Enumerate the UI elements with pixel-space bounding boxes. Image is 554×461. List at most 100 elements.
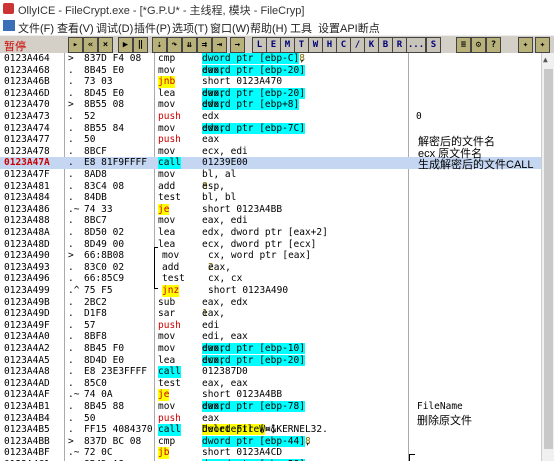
- options-icon[interactable]: ⚙: [471, 37, 486, 53]
- restart-icon[interactable]: «: [83, 37, 98, 53]
- run-icon[interactable]: ▶: [118, 37, 133, 53]
- breakpoints-button[interactable]: B: [378, 37, 393, 53]
- disasm-row[interactable]: 0123A4AD. 85C0 test eax, eax: [0, 378, 541, 390]
- vertical-scrollbar[interactable]: ▲: [541, 53, 554, 461]
- disasm-row[interactable]: 0123A4A0. 8BF8 mov edi, eax: [0, 331, 541, 343]
- execute-till-return-icon[interactable]: ⇥: [212, 37, 227, 53]
- row-jump-marker: .: [68, 273, 74, 285]
- disasm-row[interactable]: 0123A4A2. 8B45 F0 mov eax, dword ptr [ebp-1…: [0, 343, 541, 355]
- disasm-row[interactable]: 0123A484. 84DB test bl, bl: [0, 192, 541, 204]
- references-button[interactable]: R: [392, 37, 407, 53]
- run-trace-button[interactable]: ...: [406, 37, 426, 53]
- disasm-row[interactable]: 0123A4BB >837D BC 08 cmp dword ptr [ebp-44]…: [0, 435, 541, 448]
- pause-icon[interactable]: ‖: [133, 37, 148, 53]
- disassembly-pane[interactable]: 0123A464 >837D F4 08 cmp dword ptr [ebp-C],…: [0, 53, 541, 461]
- trace-into-icon[interactable]: ⇊: [182, 37, 197, 53]
- row-hex-bytes: 2BC2: [84, 296, 107, 308]
- disasm-row[interactable]: 0123A46B. 73 03 jnb short 0123A470: [0, 76, 541, 88]
- row-mnemonic: lea: [158, 87, 176, 99]
- cpu-button[interactable]: C: [336, 37, 351, 53]
- windows-button[interactable]: W: [308, 37, 323, 53]
- disasm-row[interactable]: 0123A481. 83C4 08 add esp, 8: [0, 181, 541, 193]
- disasm-row[interactable]: 0123A470 >8B55 08 mov edx, dword ptr [ebp+8…: [0, 99, 541, 111]
- row-jump-marker: .: [68, 76, 74, 88]
- row-hex-bytes: 8BCF: [84, 145, 107, 157]
- row-operands: eax, dword ptr [ebp-10]: [202, 343, 305, 355]
- patches-button[interactable]: /: [350, 37, 365, 53]
- operand-part: esp,: [202, 180, 231, 192]
- disasm-row[interactable]: 0123A499 .^ 75 F5 jnz short 0123A490: [0, 285, 541, 297]
- close-icon[interactable]: ×: [98, 37, 113, 53]
- operand-part: eax,: [202, 87, 231, 99]
- trace-over-icon[interactable]: ⇉: [197, 37, 212, 53]
- memory-map-button[interactable]: M: [280, 37, 295, 53]
- menu-file[interactable]: 文件(F): [18, 20, 54, 36]
- disasm-row[interactable]: 0123A4A8. E8 23E3FFFF call 012387D0: [0, 366, 541, 378]
- disasm-row[interactable]: 0123A49D. D1F8 sar eax, 1: [0, 308, 541, 320]
- row-jump-marker: .: [68, 145, 74, 157]
- step-over-icon[interactable]: ↷: [167, 37, 182, 53]
- menu-window[interactable]: 窗口(W): [210, 20, 250, 36]
- disasm-row[interactable]: 0123A49F. 57 push edi: [0, 320, 541, 332]
- disasm-row[interactable]: 0123A468. 8B45 E0 mov eax, dword ptr [ebp-2…: [0, 64, 541, 77]
- row-hex-bytes: 74 0A: [84, 389, 113, 401]
- source-button[interactable]: S: [426, 37, 441, 53]
- operand-part: 01239E00: [202, 157, 248, 169]
- goto-icon[interactable]: →: [230, 37, 245, 53]
- disasm-row[interactable]: 0123A46D. 8D45 E0 lea eax, dword ptr [ebp-2…: [0, 87, 541, 100]
- scroll-up-icon[interactable]: ▲: [543, 55, 548, 64]
- help-icon[interactable]: ?: [486, 37, 501, 53]
- row-address: 0123A488: [4, 215, 50, 227]
- row-jump-marker: .: [68, 157, 74, 169]
- operand-part: eax,: [202, 401, 231, 412]
- row-hex-bytes: 74 33: [84, 203, 113, 215]
- scroll-thumb[interactable]: [544, 69, 553, 449]
- plugin2-icon[interactable]: ✦: [535, 37, 550, 53]
- open-icon[interactable]: ▸: [68, 37, 83, 53]
- row-hex-bytes: FF15 4084370: [84, 424, 153, 436]
- disasm-row[interactable]: 0123A488. 8BC7 mov eax, edi: [0, 215, 541, 227]
- threads-button[interactable]: T: [294, 37, 309, 53]
- plugin1-icon[interactable]: ✦: [518, 37, 533, 53]
- operand-part: eax: [202, 412, 220, 424]
- operand-part: eax, edi: [202, 215, 248, 227]
- disasm-row[interactable]: 0123A4A5. 8D4D E0 lea ecx, dword ptr [ebp-2…: [0, 354, 541, 367]
- menu-api-breakpoint[interactable]: 设置API断点: [318, 20, 380, 36]
- row-address: 0123A49B: [4, 296, 50, 308]
- handles-button[interactable]: H: [322, 37, 337, 53]
- row-mnemonic: sub: [158, 296, 176, 308]
- menu-help[interactable]: 帮助(H): [250, 20, 287, 36]
- disasm-row[interactable]: 0123A4BF .~ 72 0C jb short 0123A4CD: [0, 447, 541, 459]
- step-into-icon[interactable]: ⇣: [152, 37, 167, 53]
- app-icon: [3, 3, 14, 14]
- disasm-row[interactable]: 0123A49B. 2BC2 sub eax, edx: [0, 297, 541, 309]
- disasm-row[interactable]: 0123A493. 83C0 02 add eax, 2: [0, 262, 541, 274]
- menu-tools[interactable]: 工具: [290, 20, 312, 36]
- row-address: 0123A47A: [4, 157, 50, 169]
- menu-plugins[interactable]: 插件(P): [134, 20, 171, 36]
- log-window-button[interactable]: L: [252, 37, 267, 53]
- disasm-row[interactable]: 0123A48A. 8D50 02 lea edx, dword ptr [eax+2…: [0, 227, 541, 239]
- row-jump-marker: .: [68, 169, 74, 180]
- menu-options[interactable]: 选项(T): [172, 20, 208, 36]
- menu-debug[interactable]: 调试(D): [96, 20, 133, 36]
- menu-view[interactable]: 查看(V): [57, 20, 94, 36]
- row-operands: eax, dword ptr [ebp-78]: [202, 401, 305, 413]
- disasm-row[interactable]: 0123A464 >837D F4 08 cmp dword ptr [ebp-C],…: [0, 53, 541, 65]
- disasm-row[interactable]: 0123A486 .~ 74 33 je short 0123A4BB: [0, 203, 541, 216]
- cpu-window-icon[interactable]: [3, 20, 15, 31]
- list-icon[interactable]: ≡: [456, 37, 471, 53]
- disasm-row[interactable]: 0123A48D. 8D49 00 lea ecx, dword ptr [ecx]: [0, 239, 541, 251]
- disasm-row[interactable]: 0123A496. 66:85C9 test cx, cx: [0, 273, 541, 285]
- row-mnemonic: test: [158, 377, 181, 389]
- executable-modules-button[interactable]: E: [266, 37, 281, 53]
- call-stack-button[interactable]: K: [364, 37, 379, 53]
- disasm-row[interactable]: 0123A4AF .~ 74 0A je short 0123A4BB: [0, 389, 541, 401]
- operand-part: edi, eax: [202, 331, 248, 343]
- row-address: 0123A48A: [4, 227, 50, 238]
- row-mnemonic: mov: [162, 250, 180, 262]
- operand-part: eax, eax: [202, 377, 248, 389]
- disasm-row[interactable]: 0123A473. 52 push edx 0: [0, 111, 541, 123]
- disasm-row[interactable]: 0123A490 >66:8B08 mov cx, word ptr [eax]: [0, 250, 541, 262]
- row-hex-bytes: 84DB: [84, 192, 107, 204]
